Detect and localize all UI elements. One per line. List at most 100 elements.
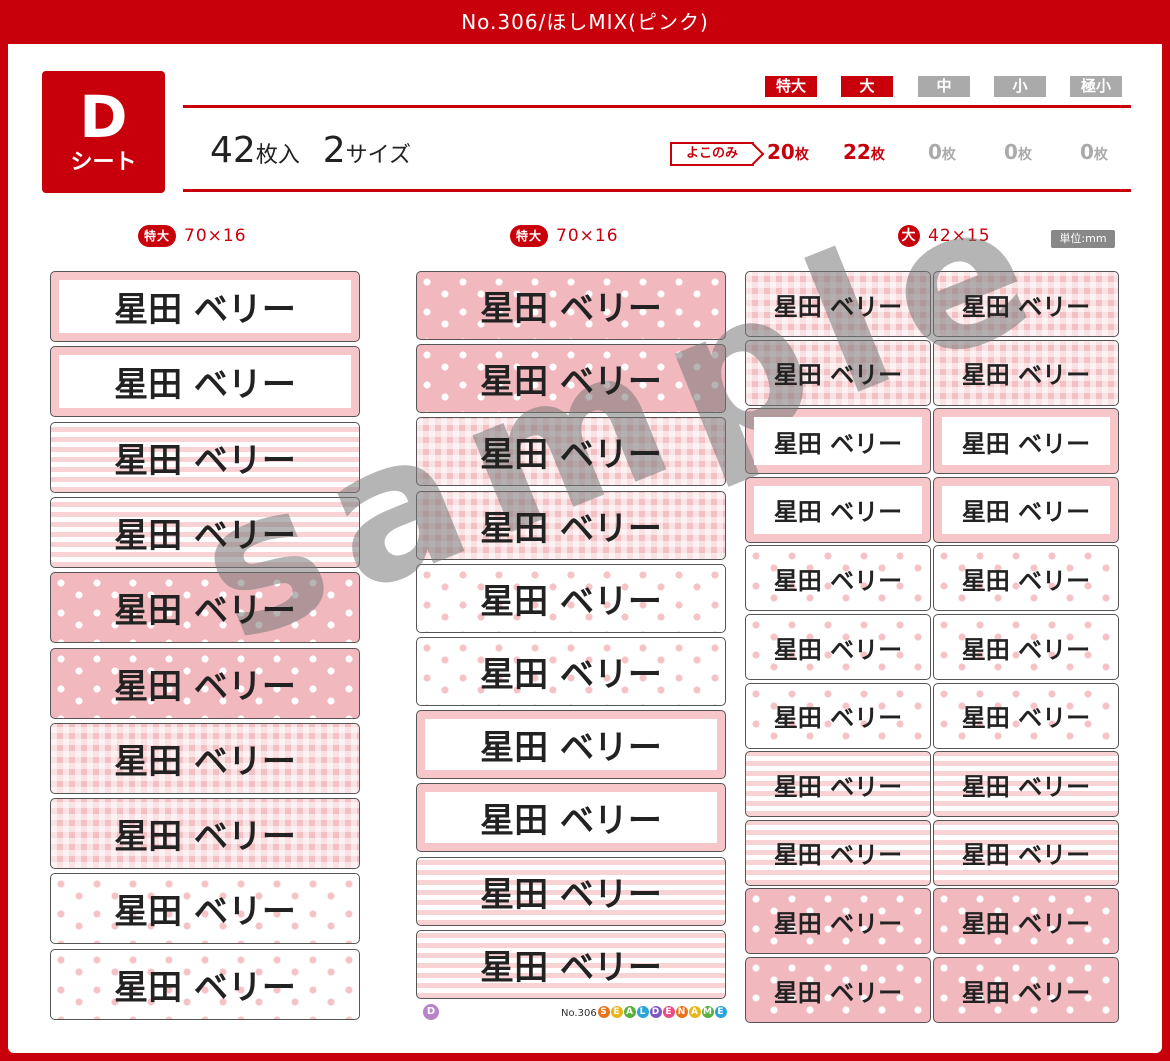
page-title: No.306/ほしMIX(ピンク) <box>461 10 709 34</box>
label-name-text: 星田 ベリー <box>961 635 1091 664</box>
name-label: 星田 ベリー <box>416 271 726 340</box>
label-name-text: 星田 ベリー <box>961 909 1091 938</box>
label-name-text: 星田 ベリー <box>773 498 903 527</box>
name-label: 星田 ベリー <box>745 339 931 406</box>
name-label: 星田 ベリー <box>933 819 1119 886</box>
label-name-text: 星田 ベリー <box>961 498 1091 527</box>
count-unit: 枚 <box>1017 147 1032 163</box>
column-dims: 42×15 <box>928 226 991 246</box>
label-name-text: 星田 ベリー <box>114 515 296 556</box>
label-name-text: 星田 ベリー <box>773 292 903 321</box>
size-badge-0: 特大 <box>765 76 817 97</box>
sheet-summary: 42枚入 2サイズ <box>210 130 411 171</box>
name-label: 星田 ベリー <box>745 819 931 886</box>
label-name-text: 星田 ベリー <box>773 429 903 458</box>
name-label: 星田 ベリー <box>416 637 726 706</box>
label-name-text: 星田 ベリー <box>480 581 662 622</box>
name-label: 星田 ベリー <box>50 496 360 568</box>
size-count-2: 0枚 <box>928 140 956 164</box>
label-name-text: 星田 ベリー <box>961 978 1091 1007</box>
name-label: 星田 ベリー <box>933 408 1119 475</box>
label-name-text: 星田 ベリー <box>773 909 903 938</box>
name-label: 星田 ベリー <box>416 856 726 926</box>
column-header-2: 特大 70×16 <box>510 224 619 248</box>
label-name-text: 星田 ベリー <box>480 362 662 403</box>
brand-letter: N <box>676 1006 688 1018</box>
name-label: 星田 ベリー <box>745 271 931 337</box>
name-label: 星田 ベリー <box>50 722 360 794</box>
column-dims: 70×16 <box>556 226 619 246</box>
label-name-text: 星田 ベリー <box>961 361 1091 390</box>
label-name-text: 星田 ベリー <box>114 892 296 933</box>
size-pill: 特大 <box>138 225 177 247</box>
name-label: 星田 ベリー <box>416 344 726 414</box>
size-badge-2: 中 <box>918 76 970 97</box>
brand-letter: S <box>598 1006 610 1018</box>
brand-logo: SEALDENAME <box>598 1006 728 1018</box>
label-name-text: 星田 ベリー <box>114 440 296 481</box>
label-name-text: 星田 ベリー <box>480 289 662 329</box>
name-label: 星田 ベリー <box>933 271 1119 337</box>
label-name-text: 星田 ベリー <box>961 704 1091 733</box>
size-count-3: 0枚 <box>1004 140 1032 164</box>
name-label: 星田 ベリー <box>933 476 1119 543</box>
label-name-text: 星田 ベリー <box>114 741 296 782</box>
label-name-text: 星田 ベリー <box>961 429 1091 458</box>
name-label: 星田 ベリー <box>50 798 360 870</box>
brand-letter: A <box>624 1006 636 1018</box>
name-label: 星田 ベリー <box>50 346 360 418</box>
name-label: 星田 ベリー <box>50 271 360 342</box>
label-name-text: 星田 ベリー <box>114 365 296 406</box>
brand-letter: M <box>702 1006 714 1018</box>
label-name-text: 星田 ベリー <box>773 704 903 733</box>
label-name-text: 星田 ベリー <box>114 817 296 858</box>
name-label: 星田 ベリー <box>416 929 726 999</box>
label-name-text: 星田 ベリー <box>480 728 662 769</box>
column-dims: 70×16 <box>184 226 247 246</box>
count-value: 22 <box>843 140 871 164</box>
sheet-label: シート <box>70 150 137 175</box>
name-label: 星田 ベリー <box>416 490 726 560</box>
name-label: 星田 ベリー <box>745 888 931 955</box>
brand-letter: A <box>689 1006 701 1018</box>
count-value: 0 <box>1080 140 1094 164</box>
name-label: 星田 ベリー <box>745 408 931 475</box>
label-name-text: 星田 ベリー <box>773 841 903 870</box>
size-badge-4: 極小 <box>1070 76 1122 97</box>
name-label: 星田 ベリー <box>933 888 1119 955</box>
label-name-text: 星田 ベリー <box>961 841 1091 870</box>
count-unit: 枚 <box>870 147 885 163</box>
brand-letter: L <box>637 1006 649 1018</box>
column-header-1: 特大 70×16 <box>138 224 247 248</box>
brand-letter: E <box>715 1006 727 1018</box>
name-label: 星田 ベリー <box>416 563 726 633</box>
name-label: 星田 ベリー <box>933 751 1119 818</box>
label-name-text: 星田 ベリー <box>773 772 903 801</box>
label-name-text: 星田 ベリー <box>480 508 662 549</box>
label-name-text: 星田 ベリー <box>480 801 662 842</box>
name-label: 星田 ベリー <box>416 783 726 853</box>
size-badge-1: 大 <box>841 76 893 97</box>
name-label: 星田 ベリー <box>933 682 1119 749</box>
label-name-text: 星田 ベリー <box>773 978 903 1007</box>
count-unit: 枚 <box>1093 147 1108 163</box>
name-label: 星田 ベリー <box>50 873 360 945</box>
name-label: 星田 ベリー <box>933 339 1119 406</box>
horizontal-only-tag: よこのみ <box>670 142 754 166</box>
label-name-text: 星田 ベリー <box>114 666 296 707</box>
name-label: 星田 ベリー <box>416 710 726 780</box>
count-unit: 枚入 <box>255 143 300 168</box>
size-badge-3: 小 <box>994 76 1046 97</box>
label-name-text: 星田 ベリー <box>114 591 296 632</box>
count-value: 20 <box>767 140 795 164</box>
size-pill: 特大 <box>510 225 549 247</box>
footer-number: No.306 <box>561 1008 597 1019</box>
label-name-text: 星田 ベリー <box>480 435 662 476</box>
label-name-text: 星田 ベリー <box>773 361 903 390</box>
name-label: 星田 ベリー <box>416 417 726 487</box>
footer-d-badge: D <box>423 1004 439 1020</box>
name-label: 星田 ベリー <box>50 572 360 644</box>
name-label: 星田 ベリー <box>745 545 931 612</box>
label-name-text: 星田 ベリー <box>480 874 662 915</box>
size-count-1: 22枚 <box>843 140 885 164</box>
